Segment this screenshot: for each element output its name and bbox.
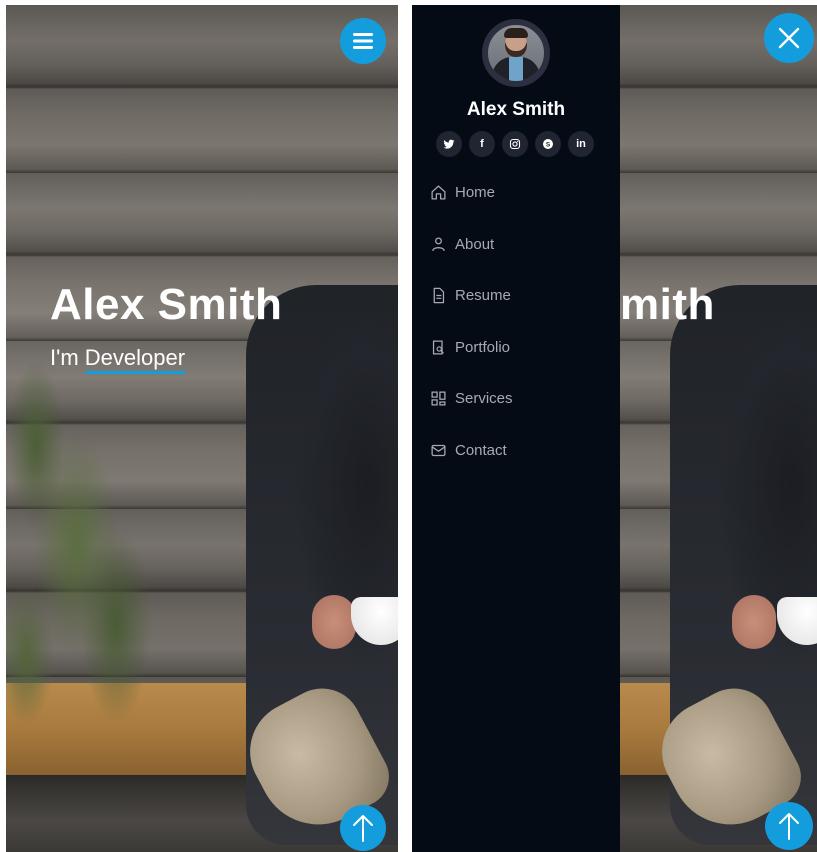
typed-word: Developer xyxy=(84,345,186,374)
sidebar-item-about[interactable]: About xyxy=(412,219,620,271)
hero-name: Alex Smith xyxy=(50,280,283,329)
house-icon xyxy=(430,184,447,201)
sidebar-nav: Home About Resume Portfolio Services Con… xyxy=(412,167,620,476)
instagram-icon[interactable] xyxy=(502,131,528,157)
sidebar-item-portfolio[interactable]: Portfolio xyxy=(412,322,620,374)
book-icon xyxy=(430,339,447,356)
hero-subtitle: I'm Developer xyxy=(50,345,186,374)
arrow-up-icon xyxy=(353,815,373,842)
menu-toggle-button[interactable] xyxy=(340,18,386,64)
back-to-top-button[interactable] xyxy=(765,802,813,850)
sidebar-item-label: Resume xyxy=(455,287,511,305)
sidebar-item-services[interactable]: Services xyxy=(412,373,620,425)
envelope-icon xyxy=(430,442,447,459)
linkedin-icon[interactable]: in xyxy=(568,131,594,157)
facebook-icon[interactable]: f xyxy=(469,131,495,157)
sidebar: Alex Smith f S in Home About Resume Port… xyxy=(412,5,620,852)
sidebar-item-label: Contact xyxy=(455,441,507,459)
hero-section-closed: Alex Smith I'm Developer xyxy=(6,5,398,852)
sidebar-item-label: Services xyxy=(455,390,513,408)
file-icon xyxy=(430,287,447,304)
sidebar-item-label: Home xyxy=(455,184,496,202)
plant xyxy=(6,325,186,745)
hero-name-partial: mith xyxy=(620,280,715,329)
hamburger-icon xyxy=(353,33,373,49)
sidebar-item-label: About xyxy=(455,235,495,253)
close-icon xyxy=(778,27,800,49)
person-icon xyxy=(430,236,447,253)
twitter-icon[interactable] xyxy=(436,131,462,157)
sidebar-item-contact[interactable]: Contact xyxy=(412,425,620,477)
sidebar-item-home[interactable]: Home xyxy=(412,167,620,219)
social-links: f S in xyxy=(436,131,594,157)
menu-close-button[interactable] xyxy=(764,13,814,63)
arrow-up-icon xyxy=(779,813,799,840)
grid-icon xyxy=(430,390,447,407)
skype-icon[interactable]: S xyxy=(535,131,561,157)
back-to-top-button[interactable] xyxy=(340,805,386,851)
hero-background xyxy=(6,5,398,852)
typed-prefix: I'm xyxy=(50,345,79,370)
sidebar-item-label: Portfolio xyxy=(455,338,511,356)
avatar xyxy=(482,19,550,87)
svg-text:S: S xyxy=(546,141,551,148)
sidebar-name: Alex Smith xyxy=(466,99,566,120)
sidebar-item-resume[interactable]: Resume xyxy=(412,270,620,322)
